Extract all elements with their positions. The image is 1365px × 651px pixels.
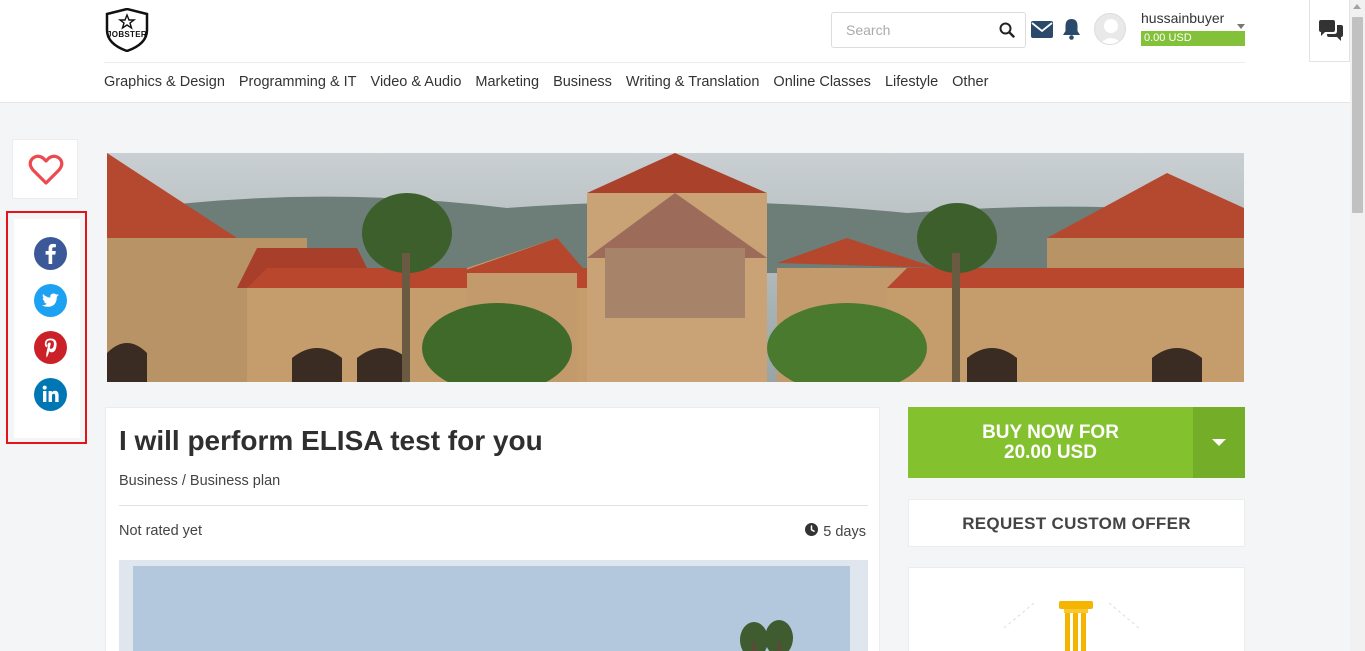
nav-item-marketing[interactable]: Marketing [475, 74, 539, 90]
search-input[interactable] [832, 13, 992, 47]
pinterest-icon[interactable] [34, 331, 67, 364]
promo-card [908, 567, 1245, 651]
nav-item-writing-translation[interactable]: Writing & Translation [626, 74, 760, 90]
username[interactable]: hussainbuyer [1141, 10, 1224, 26]
site-header: JOBSTER hussainbuyer 0.00 USD Graphics &… [0, 0, 1350, 103]
share-panel-highlight [6, 211, 87, 444]
facebook-icon[interactable] [34, 237, 67, 270]
nav-item-online-classes[interactable]: Online Classes [773, 74, 871, 90]
request-custom-offer-button[interactable]: REQUEST CUSTOM OFFER [908, 499, 1245, 547]
nav-item-video-audio[interactable]: Video & Audio [371, 74, 462, 90]
favorite-button[interactable] [12, 139, 78, 199]
buy-now-price: 20.00 USD [1004, 442, 1097, 463]
share-panel [14, 219, 80, 438]
nav-item-business[interactable]: Business [553, 74, 612, 90]
delivery-time: 5 days [805, 523, 866, 540]
scroll-up-arrow[interactable] [1353, 4, 1361, 9]
caret-down-icon [1212, 439, 1226, 446]
bell-icon[interactable] [1062, 18, 1081, 45]
pillar-illustration-icon [1003, 601, 1140, 651]
linkedin-icon[interactable] [34, 378, 67, 411]
jobster-logo[interactable]: JOBSTER [104, 8, 150, 52]
heart-icon [28, 154, 64, 185]
chat-tab[interactable] [1309, 0, 1350, 62]
logo-text: JOBSTER [107, 30, 147, 39]
nav-item-programming-it[interactable]: Programming & IT [239, 74, 357, 90]
envelope-icon[interactable] [1031, 21, 1053, 43]
buy-options-dropdown[interactable] [1193, 407, 1245, 478]
clock-icon [805, 523, 819, 540]
delivery-days: 5 days [823, 523, 866, 540]
balance-badge: 0.00 USD [1141, 31, 1245, 46]
category-nav: Graphics & Design Programming & IT Video… [104, 74, 988, 90]
avatar[interactable] [1094, 13, 1126, 45]
scrollbar[interactable] [1350, 0, 1365, 651]
buy-now-line-1: BUY NOW FOR [982, 422, 1119, 443]
search-box [831, 12, 1026, 48]
nav-item-lifestyle[interactable]: Lifestyle [885, 74, 938, 90]
rating-text: Not rated yet [119, 523, 203, 539]
breadcrumb[interactable]: Business / Business plan [119, 473, 280, 489]
buy-now-button[interactable]: BUY NOW FOR 20.00 USD [908, 407, 1245, 478]
card-divider [119, 505, 868, 506]
nav-item-other[interactable]: Other [952, 74, 988, 90]
search-icon[interactable] [999, 22, 1015, 43]
twitter-icon[interactable] [34, 284, 67, 317]
page-title: I will perform ELISA test for you [119, 425, 543, 456]
gig-gallery-image[interactable] [119, 560, 868, 651]
gig-banner-image [107, 153, 1244, 382]
gig-details-card: I will perform ELISA test for you Busine… [105, 407, 880, 651]
buy-now-label: BUY NOW FOR 20.00 USD [908, 423, 1193, 463]
scroll-thumb[interactable] [1352, 17, 1363, 213]
header-divider [104, 62, 1245, 63]
nav-item-graphics-design[interactable]: Graphics & Design [104, 74, 225, 90]
chat-icon [1319, 20, 1343, 41]
